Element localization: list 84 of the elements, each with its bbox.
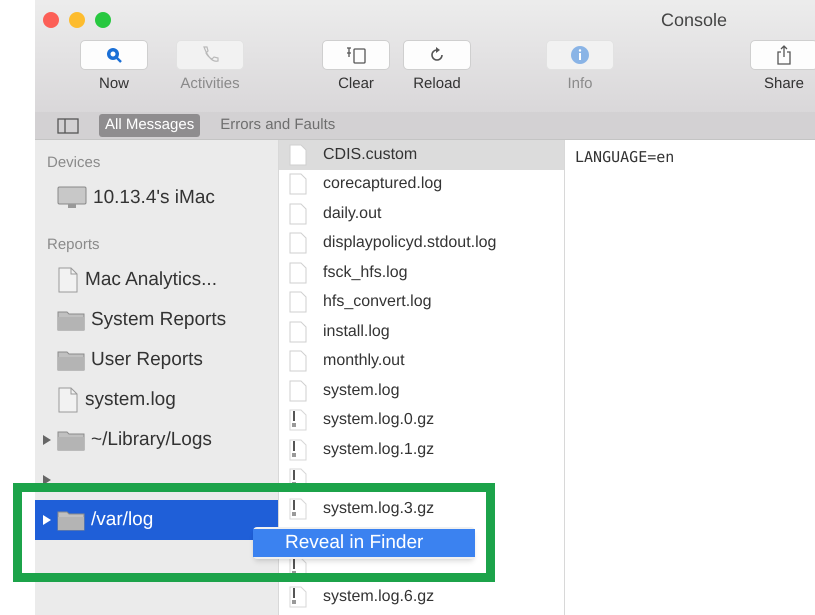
file-name: corecaptured.log bbox=[323, 174, 442, 194]
file-name: system.log.0.gz bbox=[323, 410, 434, 430]
sidebar-item[interactable]: User Reports bbox=[35, 340, 278, 380]
sidebar-item-label: /var/log bbox=[91, 508, 154, 532]
file-name: system.log.1.gz bbox=[323, 440, 434, 460]
archive-file-icon bbox=[289, 586, 307, 608]
file-row[interactable]: fsck_hfs.log bbox=[279, 258, 564, 288]
folder-icon bbox=[57, 429, 85, 451]
file-row[interactable]: install.log bbox=[279, 317, 564, 346]
computer-icon bbox=[57, 186, 87, 210]
window-title: Console bbox=[661, 8, 728, 32]
sidebar-item-label: 10.13.4's iMac bbox=[93, 186, 215, 210]
document-icon bbox=[57, 267, 79, 293]
file-row[interactable]: system.log.1.gz bbox=[279, 435, 564, 464]
document-icon bbox=[289, 232, 307, 254]
document-icon bbox=[289, 350, 307, 372]
sidebar-item-label: System Reports bbox=[91, 308, 226, 332]
file-name: displaypolicyd.stdout.log bbox=[323, 233, 496, 254]
sidebar-item-label: User Reports bbox=[91, 348, 203, 372]
disclosure-triangle-icon[interactable] bbox=[43, 435, 51, 445]
file-row[interactable]: system.log.0.gz bbox=[279, 406, 564, 435]
archive-file-icon bbox=[289, 409, 307, 432]
folder-icon bbox=[57, 349, 85, 371]
file-row[interactable]: corecaptured.log bbox=[279, 170, 564, 199]
disclosure-triangle-icon[interactable] bbox=[43, 475, 51, 485]
sidebar-item[interactable]: Mac Analytics... bbox=[35, 260, 278, 300]
file-name: CDIS.custom bbox=[323, 144, 418, 165]
file-name: system.log.6.gz bbox=[323, 587, 434, 608]
toolbar-button[interactable] bbox=[80, 40, 148, 70]
archive-file-icon bbox=[289, 438, 307, 461]
file-row[interactable]: system.log.3.gz bbox=[279, 494, 564, 524]
file-row[interactable]: CDIS.custom bbox=[279, 140, 564, 170]
sidebar-item-label: Mac Analytics... bbox=[85, 268, 217, 292]
close-button[interactable] bbox=[43, 12, 59, 28]
file-row[interactable]: monthly.out bbox=[279, 346, 564, 376]
file-row[interactable]: system.log.6.gz bbox=[279, 582, 564, 612]
folder-icon bbox=[57, 509, 85, 531]
sidebar-section-title: Devices bbox=[47, 152, 102, 173]
log-text: LANGUAGE=en bbox=[575, 148, 674, 166]
file-name: daily.out bbox=[323, 204, 382, 224]
folder-icon bbox=[57, 309, 85, 331]
file-name: hfs_convert.log bbox=[323, 292, 432, 312]
document-icon bbox=[289, 291, 307, 314]
sidebar-item[interactable]: /var/log bbox=[35, 500, 278, 540]
document-icon bbox=[57, 387, 79, 413]
disclosure-triangle-icon[interactable] bbox=[43, 515, 51, 525]
file-name: install.log bbox=[323, 322, 390, 342]
sidebar-item-label: system.log bbox=[85, 388, 176, 412]
file-row[interactable]: system.log bbox=[279, 376, 564, 406]
sidebar-item[interactable]: ~/Library/Logs bbox=[35, 420, 278, 460]
document-icon bbox=[289, 202, 307, 225]
toolbar-label: Share bbox=[764, 74, 804, 94]
sidebar-item[interactable]: system.log bbox=[35, 380, 278, 420]
sidebar-item-label: ~/Library/Logs bbox=[91, 428, 212, 452]
toolbar-label: Clear bbox=[338, 74, 374, 94]
document-icon bbox=[289, 320, 307, 343]
file-name: monthly.out bbox=[323, 351, 405, 372]
search-icon bbox=[105, 46, 123, 64]
toolbar-label: Reload bbox=[413, 74, 461, 94]
toolbar-label: Info bbox=[567, 74, 593, 94]
sidebar-toggle-icon[interactable] bbox=[57, 118, 79, 134]
document-icon bbox=[289, 262, 307, 284]
info-icon bbox=[570, 45, 590, 65]
sidebar-item[interactable]: System Reports bbox=[35, 300, 278, 340]
file-name: system.log bbox=[323, 380, 400, 401]
menu-item[interactable]: Reveal in Finder bbox=[253, 529, 475, 557]
toolbar-button[interactable] bbox=[403, 40, 471, 70]
toolbar-label: Now bbox=[98, 74, 129, 94]
share-icon bbox=[775, 44, 793, 66]
sidebar-item[interactable]: 10.13.4's iMac bbox=[35, 178, 278, 218]
file-row[interactable]: hfs_convert.log bbox=[279, 288, 564, 317]
toolbar-button[interactable] bbox=[322, 40, 390, 70]
file-name: fsck_hfs.log bbox=[323, 262, 408, 283]
file-row[interactable]: daily.out bbox=[279, 199, 564, 228]
document-icon bbox=[289, 144, 307, 166]
toolbar-label: Activities bbox=[180, 74, 240, 94]
archive-file-icon bbox=[289, 498, 307, 520]
file-row[interactable]: displaypolicyd.stdout.log bbox=[279, 228, 564, 258]
clear-icon bbox=[345, 45, 367, 65]
sidebar-section-title: Reports bbox=[47, 234, 101, 255]
document-icon bbox=[289, 173, 307, 196]
toolbar-button[interactable] bbox=[750, 40, 815, 70]
file-name: system.log.3.gz bbox=[323, 498, 434, 519]
document-icon bbox=[289, 380, 307, 402]
